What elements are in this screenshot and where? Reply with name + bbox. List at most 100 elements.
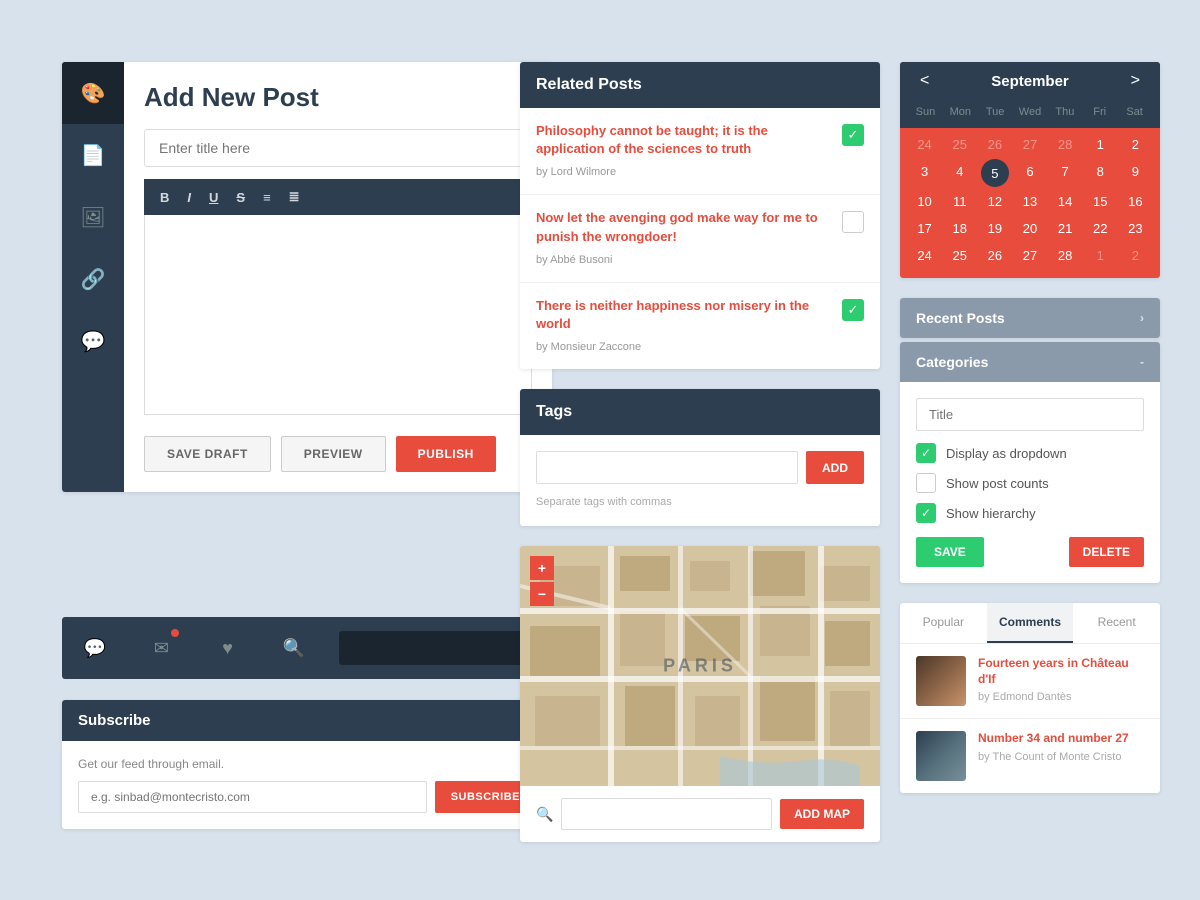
checkbox-dropdown-icon[interactable]: ✓ (916, 443, 936, 463)
related-post-3-author: by Monsieur Zaccone (536, 341, 641, 353)
cal-cell[interactable]: 1 (1084, 243, 1117, 268)
sidebar-icon-image[interactable]: 🖼 (62, 186, 124, 248)
preview-button[interactable]: PREVIEW (281, 436, 386, 472)
related-post-1-check[interactable]: ✓ (842, 124, 864, 146)
notif-mail-button[interactable]: ✉ (128, 617, 194, 679)
related-post-1-title[interactable]: Philosophy cannot be taught; it is the a… (536, 122, 832, 158)
cal-cell[interactable]: 20 (1013, 216, 1046, 241)
cal-cell[interactable]: 18 (943, 216, 976, 241)
cal-cell[interactable]: 12 (978, 189, 1011, 214)
cal-cell[interactable]: 28 (1049, 132, 1082, 157)
post-thumb-2 (916, 731, 966, 781)
tab-popular[interactable]: Popular (900, 603, 987, 643)
subscribe-header: Subscribe (62, 700, 552, 741)
cal-cell[interactable]: 4 (943, 159, 976, 187)
cal-day-mon: Mon (943, 104, 978, 120)
cal-cell[interactable]: 26 (978, 132, 1011, 157)
checkbox-hierarchy: ✓ Show hierarchy (916, 503, 1144, 523)
tags-input[interactable] (536, 451, 798, 484)
checkbox-counts-icon[interactable] (916, 473, 936, 493)
calendar-prev-button[interactable]: < (914, 72, 935, 90)
related-post-2-title[interactable]: Now let the avenging god make way for me… (536, 209, 832, 245)
cal-cell[interactable]: 27 (1013, 132, 1046, 157)
cal-cell[interactable]: 11 (943, 189, 976, 214)
tab-post-1: Fourteen years in Château d'If by Edmond… (900, 644, 1160, 719)
cal-cell[interactable]: 28 (1049, 243, 1082, 268)
map-zoom-in-button[interactable]: + (530, 556, 554, 580)
map-search-input[interactable] (561, 798, 772, 830)
related-post-3-check[interactable]: ✓ (842, 299, 864, 321)
calendar-next-button[interactable]: > (1125, 72, 1146, 90)
sidebar-icon-comment[interactable]: 💬 (62, 310, 124, 372)
tab-comments[interactable]: Comments (987, 603, 1074, 643)
checkbox-hierarchy-icon[interactable]: ✓ (916, 503, 936, 523)
cal-cell[interactable]: 27 (1013, 243, 1046, 268)
tab-recent[interactable]: Recent (1073, 603, 1160, 643)
category-save-button[interactable]: SAVE (916, 537, 984, 567)
cal-cell[interactable]: 19 (978, 216, 1011, 241)
cal-cell[interactable]: 25 (943, 243, 976, 268)
list-unordered-button[interactable]: ≡ (259, 188, 275, 207)
map-zoom-out-button[interactable]: − (530, 582, 554, 606)
recent-posts-widget: Recent Posts › (900, 298, 1160, 338)
cal-cell[interactable]: 7 (1049, 159, 1082, 187)
related-post-2-check[interactable] (842, 211, 864, 233)
map-search-icon: 🔍 (536, 806, 553, 823)
notif-search-input[interactable] (339, 631, 540, 665)
category-delete-button[interactable]: DELETE (1069, 537, 1144, 567)
recent-posts-header[interactable]: Recent Posts › (900, 298, 1160, 338)
mail-icon: ✉ (154, 638, 169, 659)
save-draft-button[interactable]: SAVE DRAFT (144, 436, 271, 472)
category-title-input[interactable] (916, 398, 1144, 431)
tab-header: Popular Comments Recent (900, 603, 1160, 644)
cal-cell[interactable]: 6 (1013, 159, 1046, 187)
cal-cell[interactable]: 14 (1049, 189, 1082, 214)
cal-cell[interactable]: 16 (1119, 189, 1152, 214)
checkbox-dropdown-label: Display as dropdown (946, 446, 1067, 461)
related-post-3-title[interactable]: There is neither happiness nor misery in… (536, 297, 832, 333)
strikethrough-button[interactable]: S (232, 188, 249, 207)
cal-cell[interactable]: 13 (1013, 189, 1046, 214)
cal-cell[interactable]: 23 (1119, 216, 1152, 241)
cal-cell[interactable]: 25 (943, 132, 976, 157)
tab-post-2-title[interactable]: Number 34 and number 27 (978, 731, 1129, 747)
tab-post-1-title[interactable]: Fourteen years in Château d'If (978, 656, 1144, 687)
post-thumb-1 (916, 656, 966, 706)
left-panel: 🎨 📄 🖼 🔗 💬 Add New Post B I U S ≡ ≣ SAVE … (62, 62, 552, 492)
italic-button[interactable]: I (183, 188, 195, 207)
cal-cell[interactable]: 3 (908, 159, 941, 187)
publish-button[interactable]: PUBLISH (396, 436, 496, 472)
subscribe-body: Get our feed through email. SUBSCRIBE (62, 741, 552, 829)
tab-post-2-info: Number 34 and number 27 by The Count of … (978, 731, 1129, 781)
cal-cell-today[interactable]: 5 (981, 159, 1009, 187)
cal-cell[interactable]: 2 (1119, 243, 1152, 268)
cal-cell[interactable]: 26 (978, 243, 1011, 268)
list-ordered-button[interactable]: ≣ (285, 187, 304, 207)
sidebar-icon-link[interactable]: 🔗 (62, 248, 124, 310)
post-title-input[interactable] (144, 129, 532, 167)
notif-comment-button[interactable]: 💬 (62, 617, 128, 679)
post-content-area[interactable] (144, 215, 532, 415)
bold-button[interactable]: B (156, 188, 173, 207)
add-map-button[interactable]: ADD MAP (780, 799, 864, 829)
calendar-day-names: Sun Mon Tue Wed Thu Fri Sat (900, 100, 1160, 128)
cal-cell[interactable]: 2 (1119, 132, 1152, 157)
cal-cell[interactable]: 15 (1084, 189, 1117, 214)
cal-cell[interactable]: 1 (1084, 132, 1117, 157)
subscribe-email-input[interactable] (78, 781, 427, 813)
cal-cell[interactable]: 22 (1084, 216, 1117, 241)
cal-cell[interactable]: 21 (1049, 216, 1082, 241)
cal-cell[interactable]: 17 (908, 216, 941, 241)
cal-cell[interactable]: 8 (1084, 159, 1117, 187)
underline-button[interactable]: U (205, 188, 222, 207)
cal-cell[interactable]: 10 (908, 189, 941, 214)
sidebar-icon-document[interactable]: 📄 (62, 124, 124, 186)
add-tag-button[interactable]: ADD (806, 451, 864, 484)
cal-cell[interactable]: 24 (908, 132, 941, 157)
cal-cell[interactable]: 9 (1119, 159, 1152, 187)
notif-heart-button[interactable]: ♥ (195, 617, 261, 679)
categories-header[interactable]: Categories - (900, 342, 1160, 382)
heart-icon: ♥ (222, 638, 233, 659)
cal-cell[interactable]: 24 (908, 243, 941, 268)
sidebar-icon-palette[interactable]: 🎨 (62, 62, 124, 124)
